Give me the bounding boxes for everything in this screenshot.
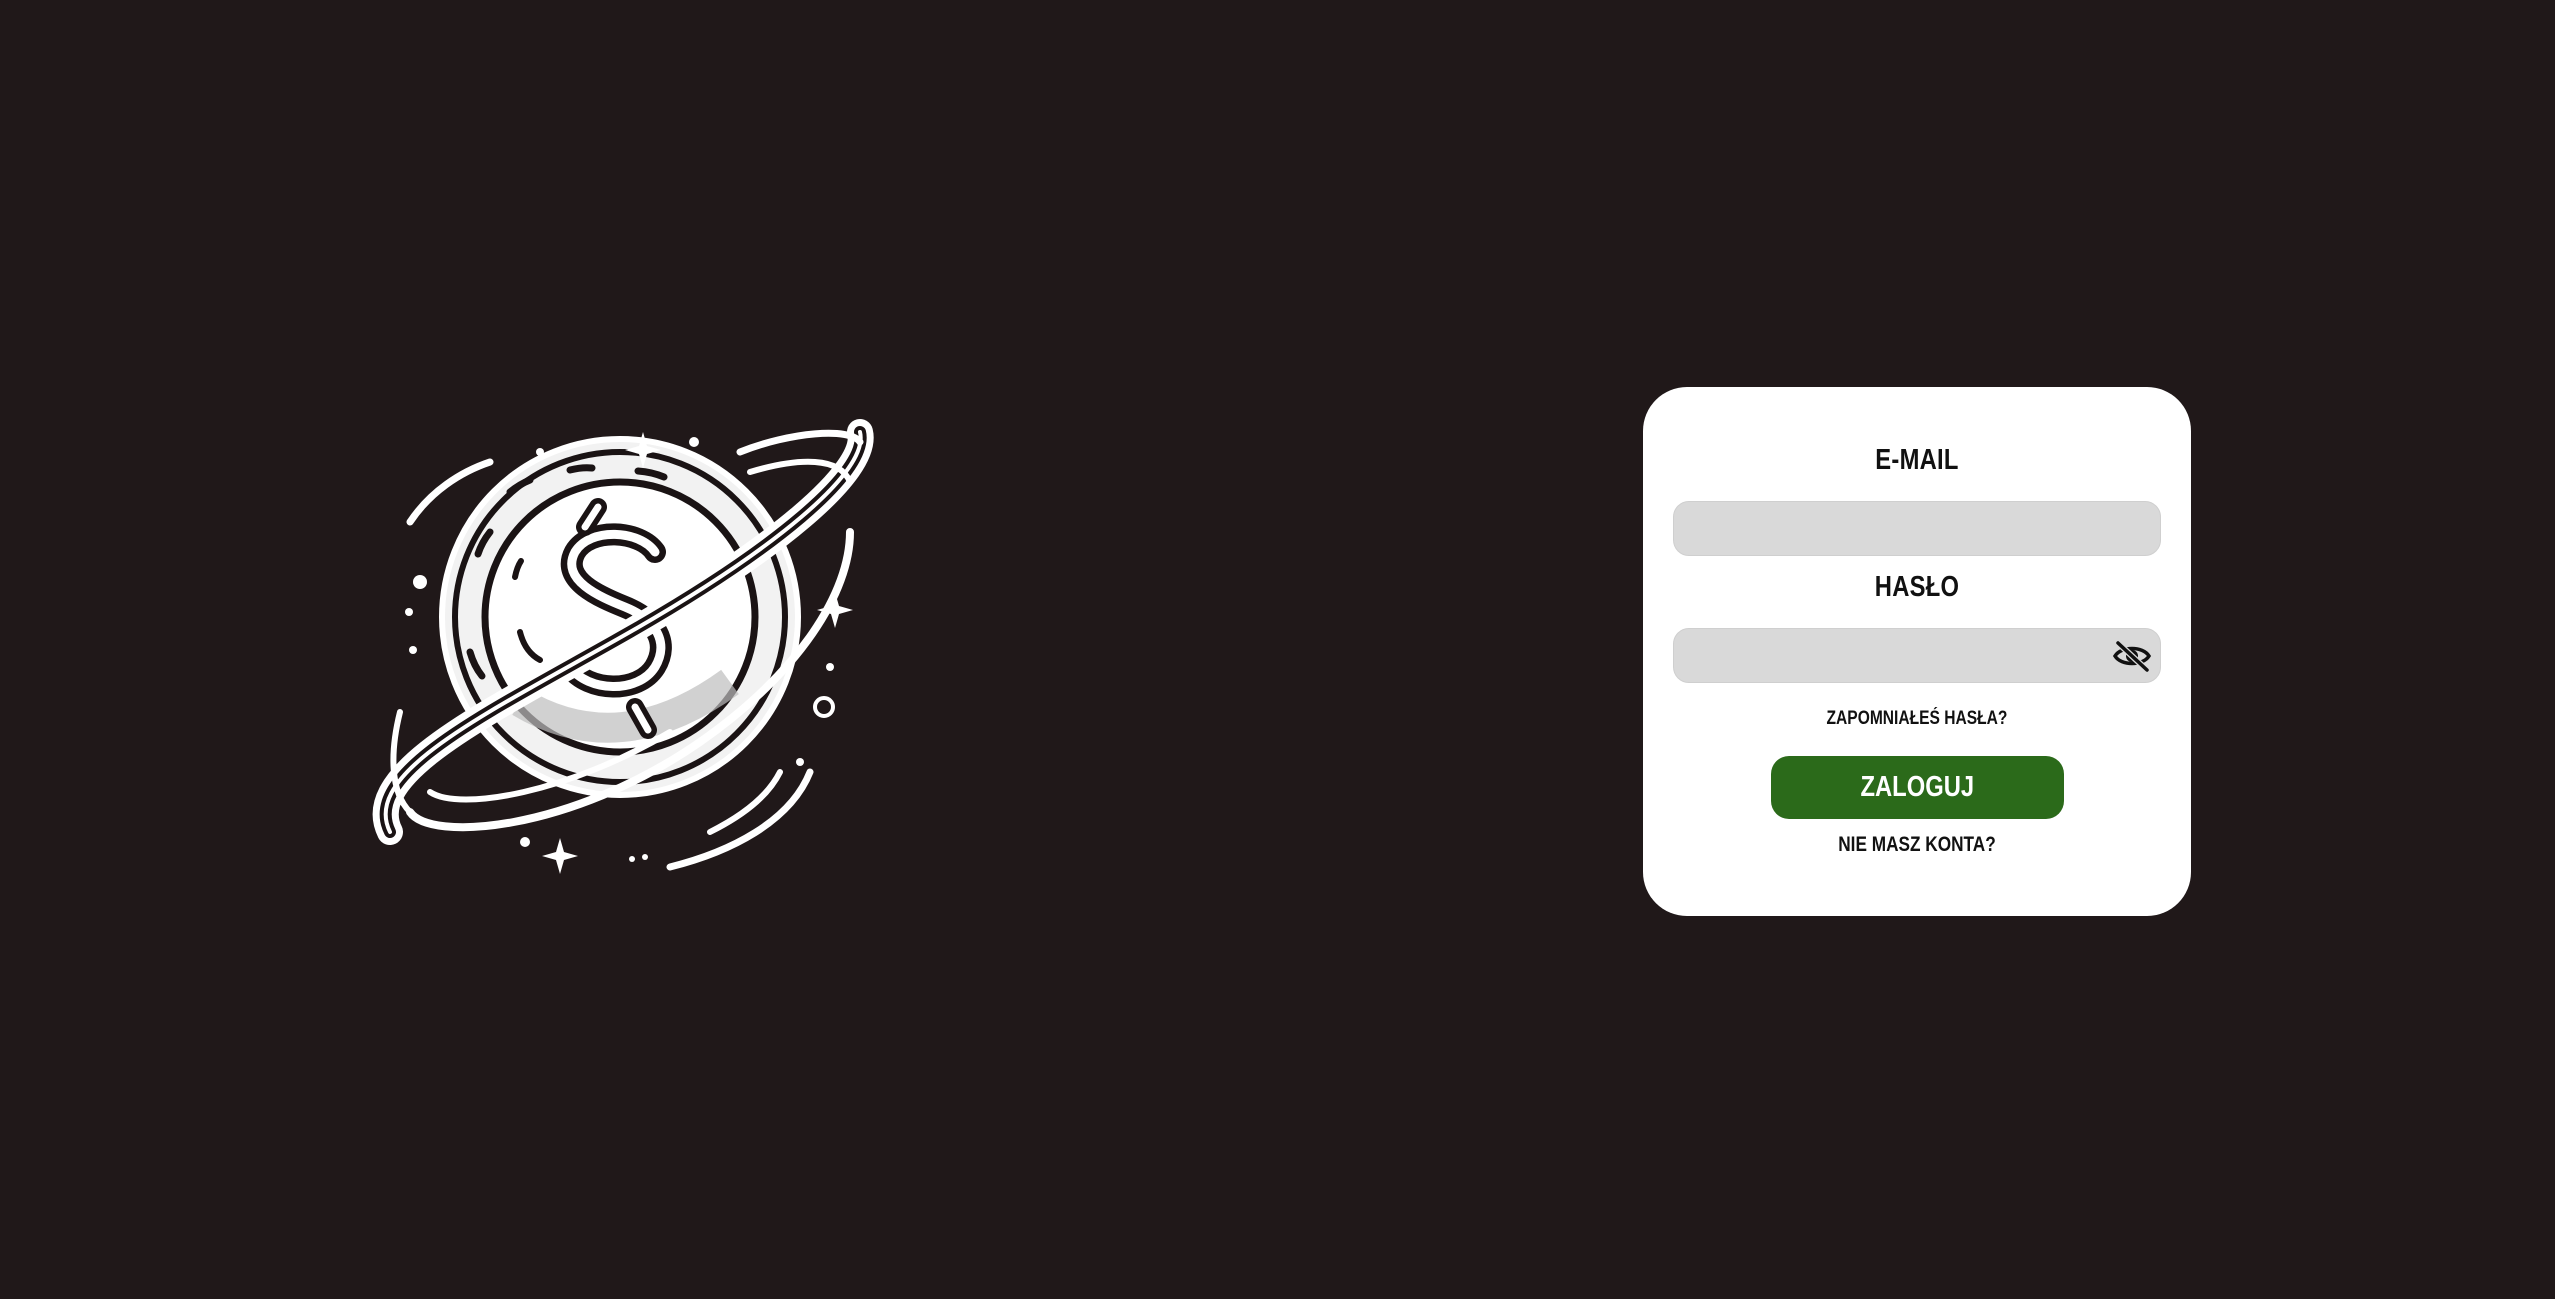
login-button-label: ZALOGUJ <box>1860 771 1975 803</box>
password-field[interactable] <box>1673 628 2161 683</box>
email-label: E-MAIL <box>1875 444 1959 476</box>
login-page: E-MAIL HASŁO ZAPOMNIAŁEŚ HASŁA? ZALOGUJ … <box>0 0 2555 1299</box>
forgot-password-link[interactable]: ZAPOMNIAŁEŚ HASŁA? <box>1692 708 2141 730</box>
signup-link[interactable]: NIE MASZ KONTA? <box>1692 833 2141 857</box>
login-button[interactable]: ZALOGUJ <box>1771 756 2064 819</box>
planet-dollar-coin-logo <box>372 419 874 874</box>
password-label: HASŁO <box>1874 571 1960 603</box>
email-field[interactable] <box>1673 501 2161 556</box>
eye-slash-icon[interactable] <box>2112 639 2152 673</box>
